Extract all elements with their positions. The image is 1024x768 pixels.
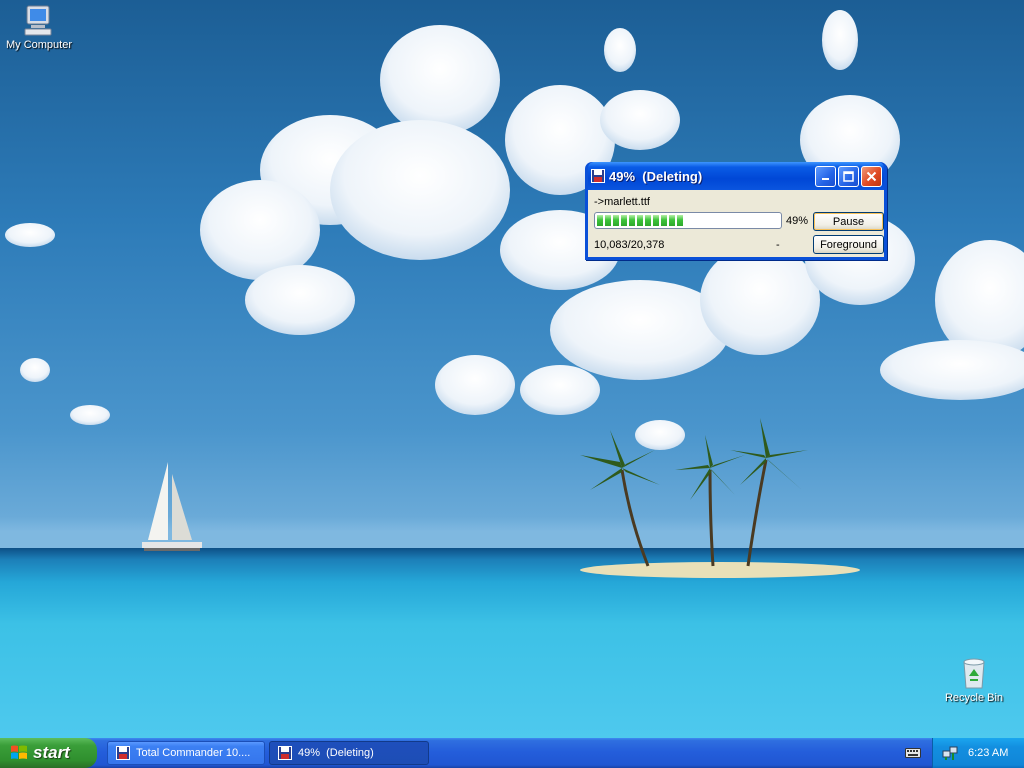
network-icon[interactable]	[942, 745, 958, 761]
total-commander-icon	[116, 746, 130, 760]
progress-bar-fill	[597, 215, 779, 226]
progress-segment	[661, 215, 667, 226]
taskbar: start Total Commander 10.... 49% (Deleti…	[0, 738, 1024, 768]
windows-logo-icon	[11, 745, 27, 759]
desktop: My Computer Recycle Bin 49% (Deleting) -…	[0, 0, 1024, 738]
recycle-bin-icon	[963, 658, 985, 689]
start-label: start	[33, 743, 70, 762]
my-computer-icon	[24, 5, 52, 36]
taskbar-label: Total Commander 10....	[136, 747, 251, 759]
floppy-disk-icon	[278, 746, 292, 760]
maximize-icon	[843, 170, 854, 182]
progress-segment	[645, 215, 651, 226]
progress-segment	[597, 215, 603, 226]
keyboard-icon[interactable]	[905, 746, 921, 760]
system-tray: 6:23 AM	[932, 738, 1024, 768]
start-button[interactable]: start	[0, 738, 97, 768]
dialog-body: ->marlett.ttf 49% 10,083/20,378 - Pause …	[588, 190, 884, 257]
progress-segment	[637, 215, 643, 226]
dialog-titlebar[interactable]: 49% (Deleting)	[588, 162, 884, 190]
close-icon	[866, 171, 877, 181]
progress-segment	[669, 215, 675, 226]
close-button[interactable]	[861, 165, 882, 187]
desktop-icon-my-computer[interactable]: My Computer	[0, 3, 79, 51]
file-count-label: 10,083/20,378	[594, 239, 665, 251]
maximize-button[interactable]	[838, 165, 859, 187]
sailboat	[142, 462, 202, 551]
progress-segment	[621, 215, 627, 226]
my-computer-label: My Computer	[5, 39, 73, 51]
taskbar-button-deleting[interactable]: 49% (Deleting)	[269, 741, 429, 765]
clock[interactable]: 6:23 AM	[968, 747, 1008, 759]
progress-segment	[653, 215, 659, 226]
recycle-bin-label: Recycle Bin	[944, 692, 1004, 704]
progress-percent-label: 49%	[786, 215, 809, 227]
current-file-label: ->marlett.ttf	[594, 196, 650, 208]
palm-island	[580, 418, 860, 578]
progress-bar	[594, 212, 782, 229]
progress-dialog-window: 49% (Deleting) ->marlett.ttf 49% 10,083/…	[585, 162, 887, 260]
minimize-button[interactable]	[815, 165, 836, 187]
taskbar-button-total-commander[interactable]: Total Commander 10....	[107, 741, 265, 765]
desktop-icon-recycle-bin[interactable]: Recycle Bin	[934, 656, 1014, 704]
taskbar-label: 49% (Deleting)	[298, 747, 374, 759]
progress-segment	[613, 215, 619, 226]
sea	[0, 548, 1024, 738]
foreground-button[interactable]: Foreground	[813, 235, 884, 254]
floppy-disk-icon	[591, 169, 605, 183]
progress-segment	[605, 215, 611, 226]
status-dash: -	[776, 239, 780, 251]
dialog-title: 49% (Deleting)	[609, 168, 703, 184]
minimize-icon	[821, 178, 829, 180]
pause-button[interactable]: Pause	[813, 212, 884, 231]
progress-segment	[677, 215, 683, 226]
progress-segment	[629, 215, 635, 226]
